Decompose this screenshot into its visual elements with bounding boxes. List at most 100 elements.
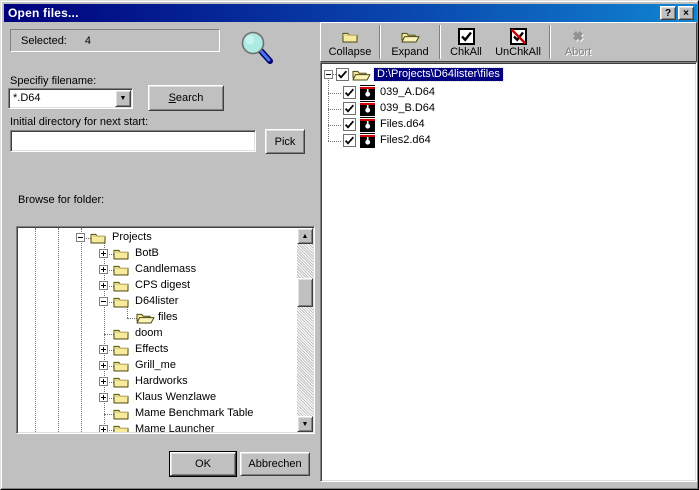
checkbox-checked-icon[interactable] xyxy=(336,68,349,81)
ok-button[interactable]: OK xyxy=(170,452,236,476)
expand-plus-icon[interactable] xyxy=(99,377,108,386)
folder-name[interactable]: doom xyxy=(135,327,163,339)
file-name[interactable]: Files2.d64 xyxy=(380,134,431,146)
filename-combobox[interactable]: *.D64 ▼ xyxy=(8,88,133,109)
file-tree-row[interactable]: 039_B.D64 xyxy=(322,101,692,116)
expand-plus-icon[interactable] xyxy=(99,249,108,258)
checkbox-checked-icon[interactable] xyxy=(343,118,356,131)
folder-name[interactable]: BotB xyxy=(135,247,159,259)
expand-plus-icon[interactable] xyxy=(99,265,108,274)
window-title: Open files... xyxy=(8,6,79,20)
folder-name[interactable]: Mame Benchmark Table xyxy=(135,407,253,419)
collapse-button[interactable]: Collapse xyxy=(323,24,377,60)
file-tree-root-row[interactable]: D:\Projects\D64lister\files xyxy=(322,67,692,82)
folder-tree-row[interactable]: BotB xyxy=(18,246,278,262)
expand-plus-icon[interactable] xyxy=(99,281,108,290)
toolbar-separator xyxy=(549,25,551,59)
expand-button[interactable]: Expand xyxy=(383,24,437,60)
folder-tree-row[interactable]: Mame Benchmark Table xyxy=(18,406,278,422)
toolbar-separator xyxy=(379,25,381,59)
expand-plus-icon[interactable] xyxy=(99,345,108,354)
file-name[interactable]: 039_A.D64 xyxy=(380,86,435,98)
folder-tree-row[interactable]: Hardworks xyxy=(18,374,278,390)
folder-open-icon xyxy=(401,26,420,46)
expand-plus-icon[interactable] xyxy=(99,361,108,370)
folder-tree-row[interactable]: Candlemass xyxy=(18,262,278,278)
checkbox-checked-icon[interactable] xyxy=(343,86,356,99)
dialog-client-area: Open files... ? × Selected: 4 Specifiy f… xyxy=(1,1,698,489)
initial-directory-input[interactable] xyxy=(10,130,256,152)
cancel-button[interactable]: Abbrechen xyxy=(240,452,310,476)
folder-closed-icon xyxy=(113,279,129,295)
folder-name[interactable]: Hardworks xyxy=(135,375,188,387)
folder-name[interactable]: Effects xyxy=(135,343,168,355)
folder-tree-row[interactable]: Effects xyxy=(18,342,278,358)
filename-combobox-value: *.D64 xyxy=(13,92,41,104)
chkall-button[interactable]: ChkAll xyxy=(443,24,489,60)
checkbox-checked-icon[interactable] xyxy=(343,102,356,115)
collapse-minus-icon[interactable] xyxy=(76,233,85,242)
expand-plus-icon[interactable] xyxy=(99,393,108,402)
abort-icon xyxy=(569,26,587,46)
folder-closed-icon xyxy=(113,375,129,391)
file-checkbox-tree[interactable]: D:\Projects\D64lister\files 039_A.D64 03… xyxy=(322,64,695,480)
selected-label: Selected: xyxy=(21,34,67,47)
folder-name[interactable]: files xyxy=(158,311,178,323)
initial-directory-label: Initial directory for next start: xyxy=(10,116,149,128)
folder-tree-row[interactable]: D64lister xyxy=(18,294,278,310)
search-button[interactable]: Search xyxy=(148,85,224,111)
unchkall-button[interactable]: UnChkAll xyxy=(489,24,547,60)
help-button[interactable]: ? xyxy=(660,6,676,20)
folder-name[interactable]: Grill_me xyxy=(135,359,176,371)
uncheck-icon xyxy=(509,26,527,46)
folder-name[interactable]: Mame Launcher xyxy=(135,423,215,432)
folder-tree-row[interactable]: files xyxy=(18,310,278,326)
folder-tree-row[interactable]: Mame Launcher xyxy=(18,422,278,432)
folder-closed-icon xyxy=(90,231,106,247)
folder-name[interactable]: CPS digest xyxy=(135,279,190,291)
folder-closed-icon xyxy=(113,391,129,407)
scrollbar-thumb[interactable] xyxy=(297,278,313,307)
file-name[interactable]: 039_B.D64 xyxy=(380,102,435,114)
selected-path-label[interactable]: D:\Projects\D64lister\files xyxy=(373,67,504,82)
combobox-dropdown-arrow-icon[interactable]: ▼ xyxy=(115,90,131,107)
folder-closed-icon xyxy=(342,26,358,46)
folder-tree-row[interactable]: CPS digest xyxy=(18,278,278,294)
folder-tree-row[interactable]: Projects xyxy=(18,230,278,246)
folder-name[interactable]: D64lister xyxy=(135,295,178,307)
scroll-up-icon[interactable]: ▲ xyxy=(297,228,313,244)
caption-buttons: ? × xyxy=(660,6,694,20)
folder-closed-icon xyxy=(113,247,129,263)
expand-plus-icon[interactable] xyxy=(99,425,108,432)
file-tree-row[interactable]: 039_A.D64 xyxy=(322,85,692,100)
pick-button[interactable]: Pick xyxy=(265,129,305,154)
folder-tree-row[interactable]: Klaus Wenzlawe xyxy=(18,390,278,406)
folder-closed-icon xyxy=(113,343,129,359)
titlebar[interactable]: Open files... ? × xyxy=(4,4,697,22)
folder-name[interactable]: Projects xyxy=(112,231,152,243)
folder-closed-icon xyxy=(113,327,129,343)
browse-for-folder-label: Browse for folder: xyxy=(18,194,105,206)
toolbar-button-label: Collapse xyxy=(328,46,372,58)
collapse-minus-icon[interactable] xyxy=(99,297,108,306)
folder-closed-icon xyxy=(113,359,129,375)
tree-guide-line xyxy=(328,93,341,94)
tree-guide-line xyxy=(328,109,341,110)
filename-label: Specifiy filename: xyxy=(10,75,97,87)
folder-tree-row[interactable]: Grill_me xyxy=(18,358,278,374)
file-name[interactable]: Files.d64 xyxy=(380,118,425,130)
tree-guide-line xyxy=(328,125,341,126)
folder-tree-row[interactable]: doom xyxy=(18,326,278,342)
tree-guide-line xyxy=(328,141,341,142)
toolbar-button-label: Abort xyxy=(564,46,592,58)
folder-name[interactable]: Klaus Wenzlawe xyxy=(135,391,216,403)
scroll-down-icon[interactable]: ▼ xyxy=(297,416,313,432)
selected-count-value: 4 xyxy=(84,34,91,47)
close-button[interactable]: × xyxy=(678,6,694,20)
file-tree-row[interactable]: Files2.d64 xyxy=(322,133,692,148)
folder-tree-scrollbar[interactable]: ▲ ▼ xyxy=(297,228,313,432)
checkbox-checked-icon[interactable] xyxy=(343,134,356,147)
folder-name[interactable]: Candlemass xyxy=(135,263,196,275)
file-tree-row[interactable]: Files.d64 xyxy=(322,117,692,132)
folder-tree[interactable]: Projects BotB Candlemass CPS digest D64l… xyxy=(18,228,297,432)
